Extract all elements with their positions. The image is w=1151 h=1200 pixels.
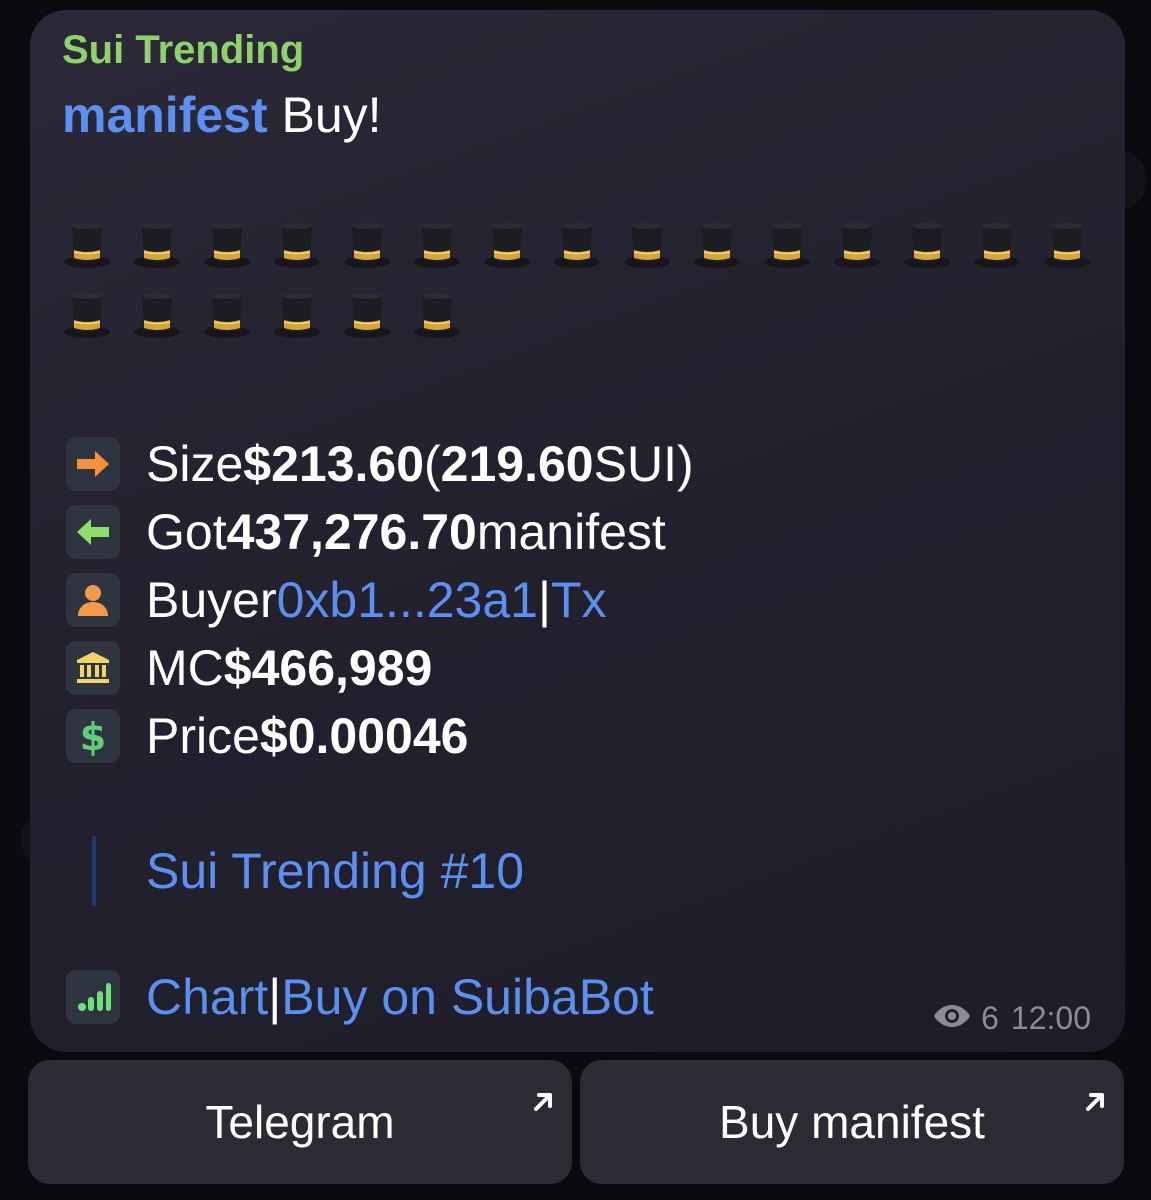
top-hat-icon bbox=[1042, 220, 1092, 270]
top-hat-icon bbox=[342, 290, 392, 340]
buyer-row: Buyer 0xb1...23a1 | Tx bbox=[66, 566, 694, 634]
eye-icon bbox=[933, 1000, 971, 1037]
dollar-icon: $ bbox=[66, 709, 120, 763]
headline-text: Buy! bbox=[267, 87, 382, 143]
mc-label: MC bbox=[146, 640, 224, 696]
buyer-separator: | bbox=[537, 572, 551, 628]
top-hat-icon bbox=[832, 220, 882, 270]
svg-text:$: $ bbox=[80, 715, 106, 758]
buy-on-suibabot-link[interactable]: Buy on SuibaBot bbox=[281, 968, 654, 1026]
price-label: Price bbox=[146, 708, 260, 764]
trending-quote: Sui Trending #10 bbox=[92, 836, 524, 906]
top-hat-icon bbox=[972, 220, 1022, 270]
size-paren: ( bbox=[424, 436, 441, 492]
links-row: Chart | Buy on SuibaBot bbox=[66, 968, 654, 1026]
bank-icon bbox=[66, 641, 120, 695]
top-hat-icon bbox=[692, 220, 742, 270]
external-link-icon bbox=[1080, 1074, 1110, 1128]
buyer-label: Buyer bbox=[146, 572, 277, 628]
telegram-button[interactable]: Telegram bbox=[28, 1060, 572, 1184]
token-link[interactable]: manifest bbox=[62, 87, 268, 143]
top-hat-icon bbox=[132, 220, 182, 270]
message-bubble: Sui Trending manifest Buy! Size $213.60 … bbox=[30, 10, 1125, 1052]
buyer-address-link[interactable]: 0xb1...23a1 bbox=[277, 571, 538, 629]
top-hat-icon bbox=[902, 220, 952, 270]
left-arrow-icon bbox=[66, 505, 120, 559]
got-row: Got 437,276.70 manifest bbox=[66, 498, 694, 566]
size-sui-value: 219.60 bbox=[440, 436, 594, 492]
got-value: 437,276.70 bbox=[226, 504, 477, 560]
size-row: Size $213.60 (219.60 SUI) bbox=[66, 430, 694, 498]
price-row: $ Price $0.00046 bbox=[66, 702, 694, 770]
chart-icon bbox=[66, 970, 120, 1024]
top-hat-icon bbox=[762, 220, 812, 270]
top-hat-icon bbox=[412, 220, 462, 270]
got-label: Got bbox=[146, 504, 227, 560]
message-meta: 6 12:00 bbox=[933, 1000, 1091, 1037]
top-hat-icon bbox=[202, 290, 252, 340]
price-value: $0.00046 bbox=[259, 708, 469, 764]
top-hat-icon bbox=[62, 290, 112, 340]
top-hat-icon bbox=[202, 220, 252, 270]
size-value: $213.60 bbox=[243, 436, 425, 492]
buy-manifest-button-label: Buy manifest bbox=[719, 1096, 985, 1148]
sender-name[interactable]: Sui Trending bbox=[62, 28, 304, 73]
telegram-button-label: Telegram bbox=[205, 1096, 395, 1148]
person-icon bbox=[66, 573, 120, 627]
mc-row: MC $466,989 bbox=[66, 634, 694, 702]
top-hat-icon bbox=[342, 220, 392, 270]
tx-link[interactable]: Tx bbox=[551, 571, 607, 629]
size-sui-unit: SUI) bbox=[593, 436, 694, 492]
top-hat-icon bbox=[552, 220, 602, 270]
size-label: Size bbox=[146, 436, 244, 492]
got-token: manifest bbox=[476, 504, 666, 560]
headline: manifest Buy! bbox=[62, 86, 382, 144]
top-hat-icon bbox=[412, 290, 462, 340]
top-hat-icon bbox=[272, 290, 322, 340]
right-arrow-icon bbox=[66, 437, 120, 491]
trade-details: Size $213.60 (219.60 SUI) Got 437,276.70… bbox=[66, 430, 694, 770]
trending-rank-text[interactable]: Sui Trending #10 bbox=[146, 842, 524, 900]
top-hat-emoji-row bbox=[62, 220, 1102, 340]
top-hat-icon bbox=[622, 220, 672, 270]
top-hat-icon bbox=[62, 220, 112, 270]
top-hat-icon bbox=[132, 290, 182, 340]
mc-value: $466,989 bbox=[223, 640, 433, 696]
top-hat-icon bbox=[482, 220, 532, 270]
chart-link[interactable]: Chart bbox=[146, 968, 268, 1026]
view-count: 6 bbox=[981, 1000, 999, 1036]
buy-manifest-button[interactable]: Buy manifest bbox=[580, 1060, 1124, 1184]
links-separator: | bbox=[268, 969, 282, 1025]
external-link-icon bbox=[528, 1074, 558, 1128]
message-time: 12:00 bbox=[1010, 1000, 1091, 1036]
top-hat-icon bbox=[272, 220, 322, 270]
